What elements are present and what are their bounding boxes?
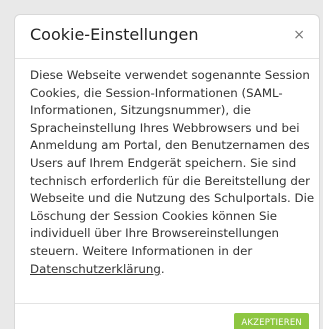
cookie-settings-dialog: Cookie-Einstellungen × Diese Webseite ve… xyxy=(14,14,320,329)
dialog-body: Diese Webseite verwendet sogenannte Sess… xyxy=(30,67,316,278)
dialog-footer: AKZEPTIEREN xyxy=(15,303,319,329)
close-icon[interactable]: × xyxy=(293,28,305,42)
privacy-policy-link[interactable]: Datenschutzerklärung xyxy=(30,262,161,276)
body-suffix: . xyxy=(160,261,165,276)
accept-button[interactable]: AKZEPTIEREN xyxy=(234,313,309,329)
cookie-info-text: Diese Webseite verwendet sogenannte Sess… xyxy=(30,67,316,278)
body-text: Diese Webseite verwendet sogenannte Sess… xyxy=(30,68,315,258)
dialog-header: Cookie-Einstellungen × xyxy=(15,15,319,59)
dialog-title: Cookie-Einstellungen xyxy=(30,25,199,44)
